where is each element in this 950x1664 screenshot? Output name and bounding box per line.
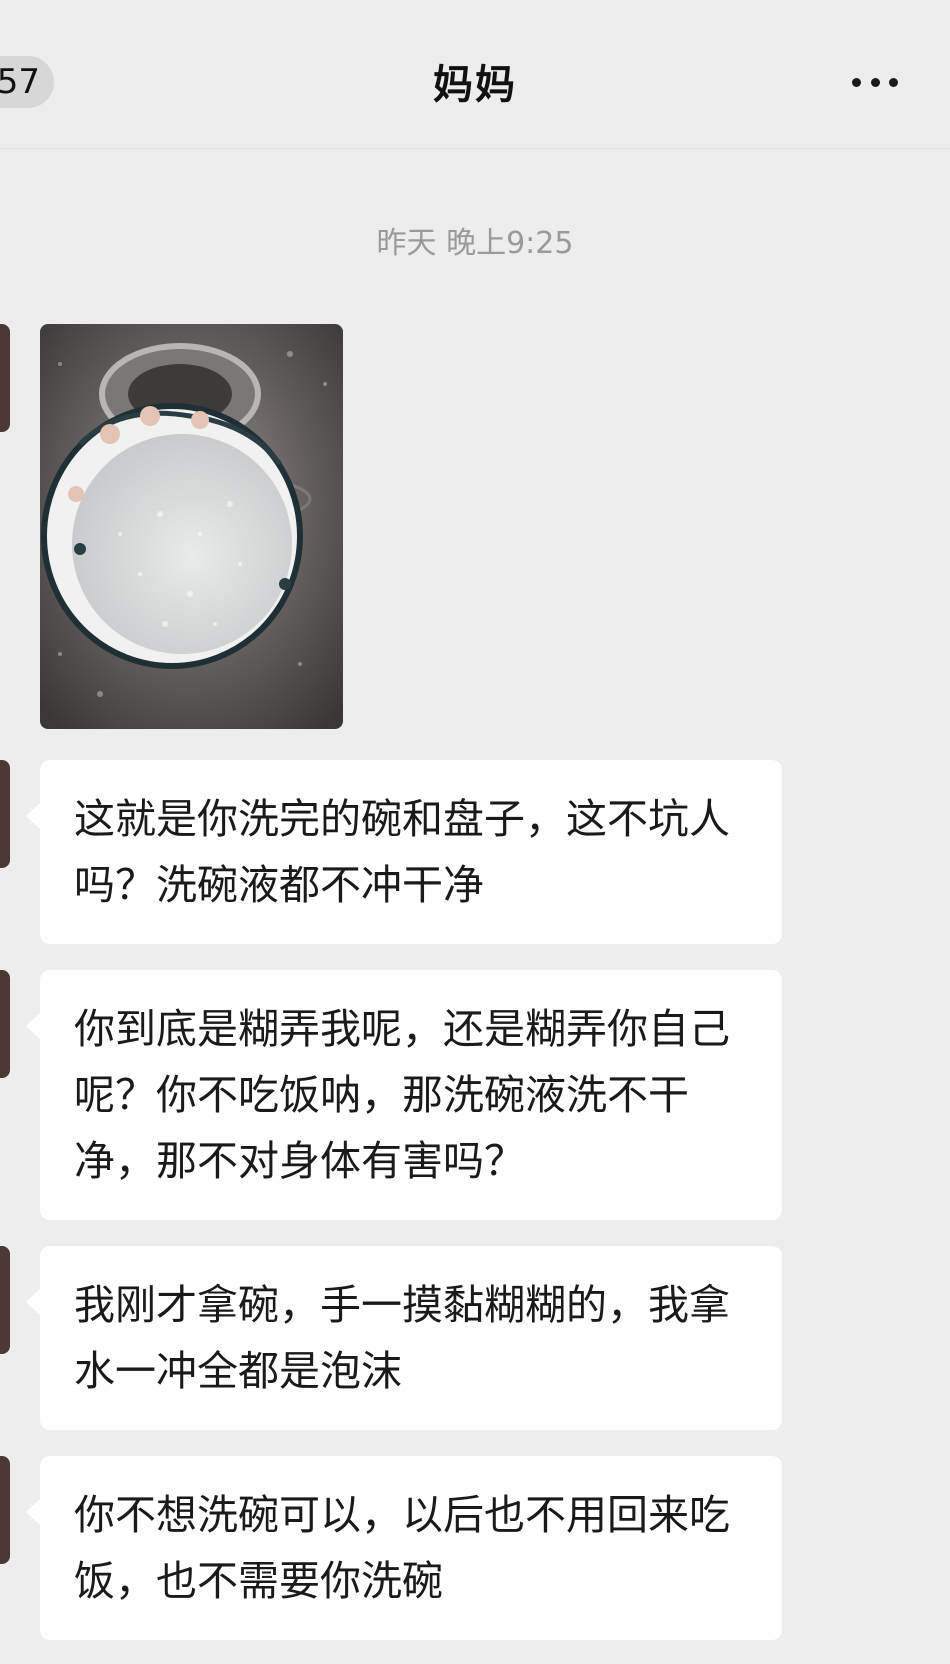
message-timestamp: 昨天 晚上9:25 [376, 226, 574, 261]
message-text: 你不想洗碗可以，以后也不用回来吃饭，也不需要你洗碗 [74, 1491, 730, 1605]
contact-avatar[interactable] [0, 760, 10, 868]
message-text: 我刚才拿碗，手一摸黏糊糊的，我拿水一冲全都是泡沫 [74, 1281, 730, 1395]
bowl-in-sink-image [40, 324, 343, 729]
contact-avatar[interactable] [0, 970, 10, 1078]
message-bubble[interactable]: 我刚才拿碗，手一摸黏糊糊的，我拿水一冲全都是泡沫 [26, 1246, 782, 1430]
message-text: 你到底是糊弄我呢，还是糊弄你自己呢？你不吃饭呐，那洗碗液洗不干净，那不对身体有害… [74, 1005, 730, 1185]
message-bubble[interactable]: 你不想洗碗可以，以后也不用回来吃饭，也不需要你洗碗 [26, 1456, 782, 1640]
more-dots-icon[interactable] [852, 76, 898, 88]
message-text: 这就是你洗完的碗和盘子，这不坑人吗？洗碗液都不冲干净 [74, 795, 730, 909]
contact-avatar[interactable] [0, 1246, 10, 1354]
message-bubble[interactable]: 你到底是糊弄我呢，还是糊弄你自己呢？你不吃饭呐，那洗碗液洗不干净，那不对身体有害… [26, 970, 782, 1220]
message-bubble[interactable]: 这就是你洗完的碗和盘子，这不坑人吗？洗碗液都不冲干净 [26, 760, 782, 944]
contact-avatar[interactable] [0, 1456, 10, 1564]
contact-avatar[interactable] [0, 324, 10, 432]
chat-header: 57 妈妈 [0, 0, 950, 149]
chat-title: 妈妈 [433, 62, 517, 108]
photo-message[interactable] [40, 324, 343, 729]
